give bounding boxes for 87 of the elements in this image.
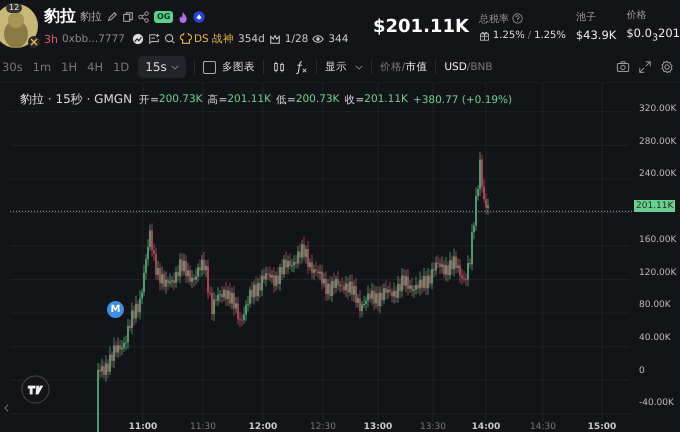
marker-badge[interactable]: M [107,301,124,318]
axis-label: 12:30 [309,422,337,432]
price-label: 201.11K [634,200,676,212]
token-alias: 豹拉 [80,9,102,24]
ohlc-value: 201.11K [227,92,271,106]
axis-label: 12:00 [248,422,278,432]
axis-label: 11:00 [128,422,158,432]
axis-label: 80.00K [639,300,671,310]
slash: / [402,61,406,73]
slash: / [528,30,532,40]
caret-icon[interactable] [170,64,179,70]
token-name: 豹拉 [44,6,76,27]
search-icon[interactable] [164,33,176,45]
crown-icon [268,33,281,45]
view-count: 344 [328,33,348,45]
camera-icon[interactable] [616,60,630,74]
interval-tab[interactable]: 1m [32,58,52,76]
axis-label: 160.00K [639,234,676,245]
axis-label: 14:00 [470,422,502,432]
expand-icon[interactable] [638,60,652,74]
ohlc-label: 高= [208,92,228,106]
chevron-left-icon[interactable] [4,404,9,412]
ohlc-value: 201.11K [364,92,408,106]
ohlc-label: 收= [344,92,364,106]
level-badge: 12 [6,3,22,13]
stat-label: 价格 [626,8,648,22]
interval-tab[interactable]: 30s [1,58,24,76]
axis-label: 11:30 [189,422,217,432]
chain-icon [193,10,206,22]
interval-dropdown[interactable]: 15s [138,56,186,78]
currency-toggle[interactable]: USD [444,61,467,73]
help-icon[interactable] [512,13,523,24]
holder-ratio: 1/28 [284,33,308,45]
chart-circle-icon[interactable] [132,33,144,45]
market-cap: $201.11K [372,16,469,36]
edit-icon[interactable] [106,10,118,22]
buy-tax: 1.25% [492,30,525,40]
copy-icon[interactable] [122,10,134,22]
axis-label: 40.00K [639,332,671,343]
flame-icon [177,10,190,22]
share-icon[interactable] [138,10,150,22]
candles-icon[interactable] [272,60,286,74]
currency-toggle[interactable]: BNB [470,61,493,73]
axis-label: 13:00 [362,422,394,432]
interval-tab[interactable]: 1H [60,58,78,76]
ohlc-label: 低= [276,92,296,106]
axis-label: 15:00 [586,422,618,432]
sell-tax: 1.25% [534,30,566,40]
chart-mode-toggle[interactable]: 市值 [405,60,428,74]
checkbox[interactable] [202,60,216,74]
eye-icon [312,33,324,45]
axis-label: 120.00K [639,268,676,278]
rank-days: 354d [238,33,265,45]
slash: / [466,61,470,73]
caret-icon[interactable] [354,64,363,70]
axis-label: 320.00K [639,104,676,114]
chart-mode-toggle[interactable]: 价格 [380,60,402,74]
token-age: 3h [44,32,58,46]
axis-label: 13:30 [419,422,447,432]
settings-icon[interactable] [660,60,674,74]
note-add-icon[interactable] [148,33,160,45]
axis-label: 280.00K [639,136,676,147]
gift-icon [478,30,490,40]
display-dropdown[interactable]: 显示 [324,60,363,74]
interval-tab[interactable]: 1D [112,58,130,76]
rank-label: DS 战神 [194,32,234,46]
interval-tab[interactable]: 4H [86,58,104,76]
contract-address[interactable]: 0xbb...7777 [62,33,125,45]
axis-label: 14:30 [529,422,557,432]
ohlc-label: 开= [139,92,159,106]
multi-chart-label: 多图表 [222,60,255,74]
axis-label: 0 [639,366,645,376]
crossed-icon [28,36,40,48]
function-icon[interactable] [294,60,308,74]
tag: OG [154,10,174,22]
chef-hat-icon [180,33,192,45]
stat-label: 池子 [576,10,597,24]
price-value: $0.0$_{3}$201 [626,26,680,44]
ohlc-value: 200.73K [158,92,203,106]
logo-icon[interactable] [21,375,50,404]
ohlc-value: 200.73K [296,92,340,106]
pool-value: $43.9K [576,28,616,42]
axis-label: 240.00K [639,169,676,180]
chart-title: 豹拉 · 15秒 · GMGN [20,91,132,108]
price-change: +380.77 (+0.19%) [412,94,512,106]
axis-label: -40.00K [639,398,674,408]
stat-label: 总税率 [478,12,509,26]
